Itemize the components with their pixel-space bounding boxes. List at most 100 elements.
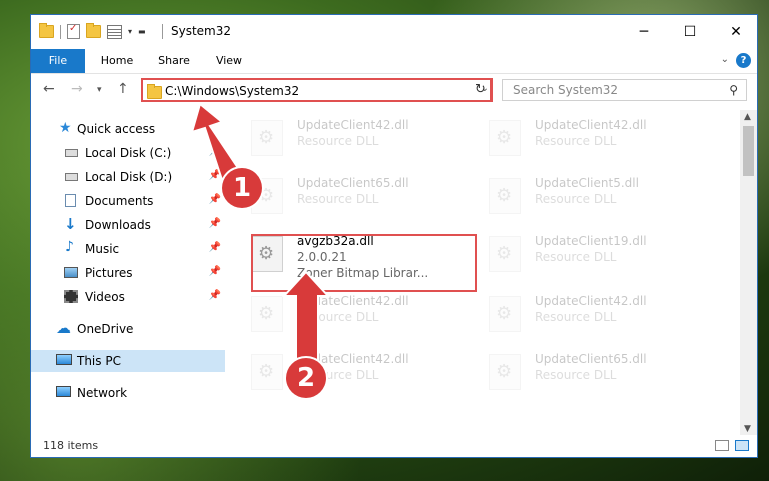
pin-icon[interactable]: 📌 (209, 290, 221, 301)
dll-file-icon (251, 296, 283, 332)
dll-file-icon (251, 120, 283, 156)
list-item[interactable]: UpdateClient65.dll Resource DLL (245, 168, 475, 220)
sidebar-item-label: Network (77, 386, 128, 400)
status-bar: 118 items (31, 435, 757, 457)
address-bar[interactable]: C:\Windows\System32 ⌄ (141, 78, 493, 102)
scrollbar-thumb[interactable] (743, 126, 754, 176)
address-path[interactable]: C:\Windows\System32 (165, 84, 299, 98)
customize-list-icon[interactable] (107, 24, 122, 39)
file-explorer-window: ▾ ▬ System32 ─ ☐ ✕ File Home Share View … (30, 14, 758, 458)
pin-icon[interactable]: 📌 (209, 146, 221, 157)
separator (60, 24, 61, 39)
dll-file-icon (489, 120, 521, 156)
ribbon-tabs: File Home Share View ⌄ ? (31, 49, 757, 74)
sidebar-item-label: Videos (85, 290, 125, 304)
file-name: UpdateClient42.dll (535, 294, 647, 308)
list-item[interactable]: UpdateClient42.dll Resource DLL (483, 110, 713, 162)
scroll-down-icon[interactable]: ▼ (744, 424, 751, 434)
back-arrow-icon[interactable]: ← (43, 81, 55, 97)
sidebar-item-label: Downloads (85, 218, 151, 232)
sidebar-item-label: Quick access (77, 122, 156, 136)
file-name: UpdateClient65.dll (297, 176, 409, 190)
tab-file[interactable]: File (31, 49, 85, 73)
chevron-down-icon[interactable]: ▾ (128, 27, 132, 36)
list-item[interactable]: UpdateClient42.dll Resource DLL (245, 286, 475, 338)
dll-file-icon (489, 354, 521, 390)
customize-toolbar-icon[interactable]: ▬ (138, 27, 146, 36)
folder-icon[interactable] (39, 23, 54, 38)
file-name: UpdateClient42.dll (535, 118, 647, 132)
details-view-icon[interactable] (715, 440, 729, 451)
tab-view[interactable]: View (207, 49, 251, 73)
title-bar: ▾ ▬ System32 ─ ☐ ✕ (31, 15, 757, 49)
up-arrow-icon[interactable]: ↑ (117, 81, 129, 97)
sidebar-item-onedrive[interactable]: ☁ OneDrive (31, 318, 225, 340)
list-item[interactable]: UpdateClient19.dll Resource DLL (483, 226, 713, 278)
maximize-button[interactable]: ☐ (667, 15, 713, 49)
sidebar-item-downloads[interactable]: ↓ Downloads 📌 (31, 214, 225, 236)
scroll-up-icon[interactable]: ▲ (744, 112, 751, 122)
list-item[interactable]: UpdateClient5.dll Resource DLL (483, 168, 713, 220)
list-item[interactable]: UpdateClient65.dll Resource DLL (483, 344, 713, 396)
pin-icon[interactable]: 📌 (209, 218, 221, 229)
step-1-badge: 1 (222, 168, 262, 208)
dll-file-icon (251, 354, 283, 390)
pin-icon[interactable]: 📌 (209, 242, 221, 253)
pin-icon[interactable]: 📌 (209, 266, 221, 277)
navigation-bar: ← → ▾ ↑ C:\Windows\System32 ⌄ ↻ Search S… (31, 74, 757, 108)
sidebar-item-label: Documents (85, 194, 154, 208)
expand-ribbon-icon[interactable]: ⌄ (721, 54, 729, 65)
search-icon[interactable]: ⚲ (729, 83, 738, 97)
search-input[interactable]: Search System32 ⚲ (502, 79, 747, 101)
network-icon (56, 386, 71, 397)
large-icons-view-icon[interactable] (735, 440, 749, 451)
close-button[interactable]: ✕ (713, 15, 759, 49)
list-item[interactable]: UpdateClient42.dll Resource DLL (483, 286, 713, 338)
file-description: Resource DLL (297, 134, 379, 148)
sidebar-item-music[interactable]: ♪ Music 📌 (31, 238, 225, 260)
pin-icon[interactable]: 📌 (209, 170, 221, 181)
list-item[interactable]: UpdateClient42.dll Resource DLL (245, 110, 475, 162)
documents-icon (65, 194, 76, 207)
download-icon: ↓ (64, 215, 77, 233)
new-folder-icon[interactable] (86, 23, 101, 38)
drive-icon (65, 149, 78, 157)
sidebar-item-documents[interactable]: Documents 📌 (31, 190, 225, 212)
file-highlight-box (251, 234, 477, 292)
navigation-pane: ★ Quick access Local Disk (C:) 📌 Local D… (31, 110, 225, 436)
quick-access-toolbar: ▾ ▬ (39, 23, 146, 39)
cloud-icon: ☁ (56, 319, 71, 337)
list-item[interactable]: UpdateClient42.dll Resource DLL (245, 344, 475, 396)
tab-share[interactable]: Share (149, 49, 199, 73)
sidebar-item-label: This PC (77, 354, 121, 368)
forward-arrow-icon[interactable]: → (71, 81, 83, 97)
sidebar-item-pictures[interactable]: Pictures 📌 (31, 262, 225, 284)
sidebar-item-label: Local Disk (C:) (85, 146, 172, 160)
item-count: 118 items (43, 439, 99, 452)
sidebar-item-label: Local Disk (D:) (85, 170, 173, 184)
drive-icon (65, 173, 78, 181)
properties-check-icon[interactable] (67, 23, 80, 39)
file-description: Resource DLL (297, 310, 379, 324)
file-name: UpdateClient65.dll (535, 352, 647, 366)
file-name: UpdateClient19.dll (535, 234, 647, 248)
sidebar-item-quick-access[interactable]: ★ Quick access (31, 118, 225, 140)
help-button[interactable]: ? (736, 53, 751, 68)
sidebar-item-videos[interactable]: Videos 📌 (31, 286, 225, 308)
sidebar-item-this-pc[interactable]: This PC (31, 350, 225, 372)
tab-home[interactable]: Home (93, 49, 141, 73)
pin-icon[interactable]: 📌 (209, 194, 221, 205)
sidebar-item-network[interactable]: Network (31, 382, 225, 404)
refresh-button[interactable]: ↻ (471, 78, 492, 102)
recent-locations-icon[interactable]: ▾ (97, 85, 102, 95)
step-2-badge: 2 (286, 358, 326, 398)
sidebar-item-local-disk-d[interactable]: Local Disk (D:) 📌 (31, 166, 225, 188)
pictures-icon (64, 267, 78, 278)
file-name: UpdateClient42.dll (297, 118, 409, 132)
minimize-button[interactable]: ─ (621, 15, 667, 49)
file-description: Resource DLL (535, 310, 617, 324)
dll-file-icon (489, 236, 521, 272)
file-description: Resource DLL (535, 134, 617, 148)
vertical-scrollbar[interactable]: ▲ ▼ (740, 110, 757, 436)
sidebar-item-local-disk-c[interactable]: Local Disk (C:) 📌 (31, 142, 225, 164)
